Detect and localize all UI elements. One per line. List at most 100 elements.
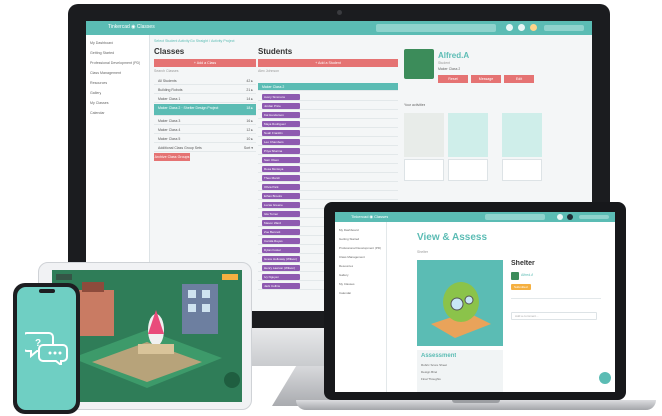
activity-tile[interactable] [448, 113, 488, 157]
list-item[interactable]: Maker Class 3 16 ▸ [154, 117, 256, 125]
divider [511, 298, 601, 299]
top-bar: Tinkercad ◉ Classes [86, 21, 592, 35]
student-row[interactable]: Olivia Park [258, 183, 398, 191]
student-name-tag: Isla Turner [262, 211, 300, 217]
selected-class-header: Maker Class 2 [258, 83, 398, 91]
student-row[interactable]: Noah Franklin [258, 129, 398, 137]
comment-field[interactable]: Add a comment... [511, 312, 597, 320]
laptop-bell-icon[interactable] [557, 214, 563, 220]
breadcrumb[interactable]: Shelter [417, 250, 428, 254]
sidebar-item[interactable]: My Classes [339, 280, 355, 288]
student-row[interactable]: Priya Sharma [258, 147, 398, 155]
student-name-tag: Ivy Nguyen [262, 274, 300, 280]
list-item[interactable]: All Students 42 ▸ [154, 77, 256, 85]
student-name-tag: Ethan Brooks [262, 193, 300, 199]
sidebar-item[interactable]: Getting Started [339, 235, 359, 243]
reset-button[interactable]: Reset [438, 75, 468, 83]
archive-button[interactable]: Archive Class Groups [154, 153, 190, 161]
student-name-tag: Henry Lawson (Wilson) [262, 265, 300, 271]
list-item[interactable]: Additional Class Group Sets Sort ▾ [154, 144, 256, 152]
students-filter[interactable]: Alex Johnson [258, 69, 279, 73]
help-icon[interactable] [518, 24, 525, 31]
student-row[interactable]: Sam Olsen [258, 156, 398, 164]
student-name-tag: Olivia Park [262, 184, 300, 190]
laptop-account-menu[interactable] [579, 215, 609, 219]
student-row[interactable]: Ethan Brooks [258, 192, 398, 200]
student-row[interactable]: Avery Simmons [258, 93, 398, 101]
city-scene-image [52, 270, 242, 402]
author-avatar [511, 272, 519, 280]
sidebar-item[interactable]: My Dashboard [339, 226, 359, 234]
activity-card[interactable] [502, 159, 542, 181]
student-name: Alfred.A [438, 51, 470, 60]
activity-tile[interactable] [502, 113, 542, 157]
sidebar-item[interactable]: Class Management [339, 253, 365, 261]
student-row[interactable]: Rosa Montoya [258, 165, 398, 173]
search-input[interactable] [376, 24, 496, 32]
list-item-selected[interactable]: Maker Class 2 · Shelter Design Project 18… [154, 104, 256, 116]
student-row[interactable]: Leo Chambers [258, 138, 398, 146]
project-preview[interactable] [417, 260, 503, 346]
student-row[interactable]: Maya Rodriguez [258, 120, 398, 128]
student-name-tag: Theo Marsh [262, 175, 300, 181]
message-button[interactable]: Message [471, 75, 501, 83]
add-student-button[interactable]: + Add a Student [258, 59, 398, 67]
edit-button[interactable]: Edit [504, 75, 534, 83]
laptop-app-logo[interactable]: Tinkercad ◉ Classes [351, 214, 388, 219]
sidebar-item[interactable]: Calendar [90, 109, 105, 117]
student-name-tag: Priya Sharma [262, 148, 300, 154]
student-name-tag: Leo Chambers [262, 139, 300, 145]
student-name-tag: Rosa Montoya [262, 166, 300, 172]
sidebar-item[interactable]: My Dashboard [90, 39, 113, 47]
classes-heading: Classes [154, 47, 185, 56]
sidebar-item[interactable]: Professional Development (PD) [339, 244, 381, 252]
list-item[interactable]: Building Robots 21 ▸ [154, 86, 256, 94]
classes-filter[interactable]: Search Classes [154, 69, 179, 73]
student-name-tag: Lucas Greene [262, 202, 300, 208]
chat-bubbles-icon[interactable]: ? [25, 329, 69, 365]
student-name-tag: Jordan Price [262, 103, 300, 109]
list-item[interactable]: Maker Class 1 14 ▸ [154, 95, 256, 103]
tab-student-activity[interactable]: Select Student Activity [154, 39, 190, 43]
student-name-tag: Mason Ward [262, 220, 300, 226]
sidebar-item[interactable]: Resources [90, 79, 107, 87]
sidebar-item[interactable]: Getting Started [90, 49, 114, 57]
student-row[interactable]: Theo Marsh [258, 174, 398, 182]
student-name-tag: Avery Simmons [262, 94, 300, 100]
tablet-game-screen[interactable] [52, 270, 242, 402]
assessment-line: Final Thoughts [421, 377, 441, 381]
bell-icon[interactable] [506, 24, 513, 31]
student-name-tag: Zoe Bennett [262, 229, 300, 235]
student-avatar [404, 49, 434, 79]
account-menu[interactable] [544, 25, 584, 31]
sidebar-item[interactable]: Class Management [90, 69, 121, 77]
student-row[interactable]: Jordan Price [258, 102, 398, 110]
sidebar-item[interactable]: Resources [339, 262, 353, 270]
student-row[interactable]: Kai Henderson [258, 111, 398, 119]
student-name-tag: Camila Reyes [262, 238, 300, 244]
chat-fab-icon[interactable] [599, 372, 611, 384]
laptop-avatar[interactable] [567, 214, 573, 220]
activity-card[interactable] [404, 159, 444, 181]
sidebar-item[interactable]: Gallery [339, 271, 349, 279]
avatar[interactable] [530, 24, 537, 31]
tab-activity-project[interactable]: Go Straight / Activity Project [190, 39, 235, 43]
laptop-notch [452, 400, 500, 403]
laptop-top-bar: Tinkercad ◉ Classes [335, 212, 615, 222]
assessment-line: Rubric Score Sheet [421, 363, 448, 367]
list-item[interactable]: Maker Class 4 12 ▸ [154, 126, 256, 134]
list-item[interactable]: Maker Class 5 10 ▸ [154, 135, 256, 143]
student-name-tag: Noah Franklin [262, 130, 300, 136]
activity-tile[interactable] [404, 113, 444, 157]
camera-dot [337, 10, 342, 15]
assessment-title: Assessment [421, 353, 457, 359]
activity-card[interactable] [448, 159, 488, 181]
project-author[interactable]: Alfred.A [521, 273, 533, 277]
laptop-search-input[interactable] [485, 214, 545, 220]
sidebar-item[interactable]: Professional Development (PD) [90, 59, 140, 67]
sidebar-item[interactable]: Calendar [339, 289, 351, 297]
add-class-button[interactable]: + Add a Class [154, 59, 256, 67]
sidebar-item[interactable]: My Classes [90, 99, 109, 107]
app-logo[interactable]: Tinkercad ◉ Classes [108, 24, 155, 30]
sidebar-item[interactable]: Gallery [90, 89, 101, 97]
